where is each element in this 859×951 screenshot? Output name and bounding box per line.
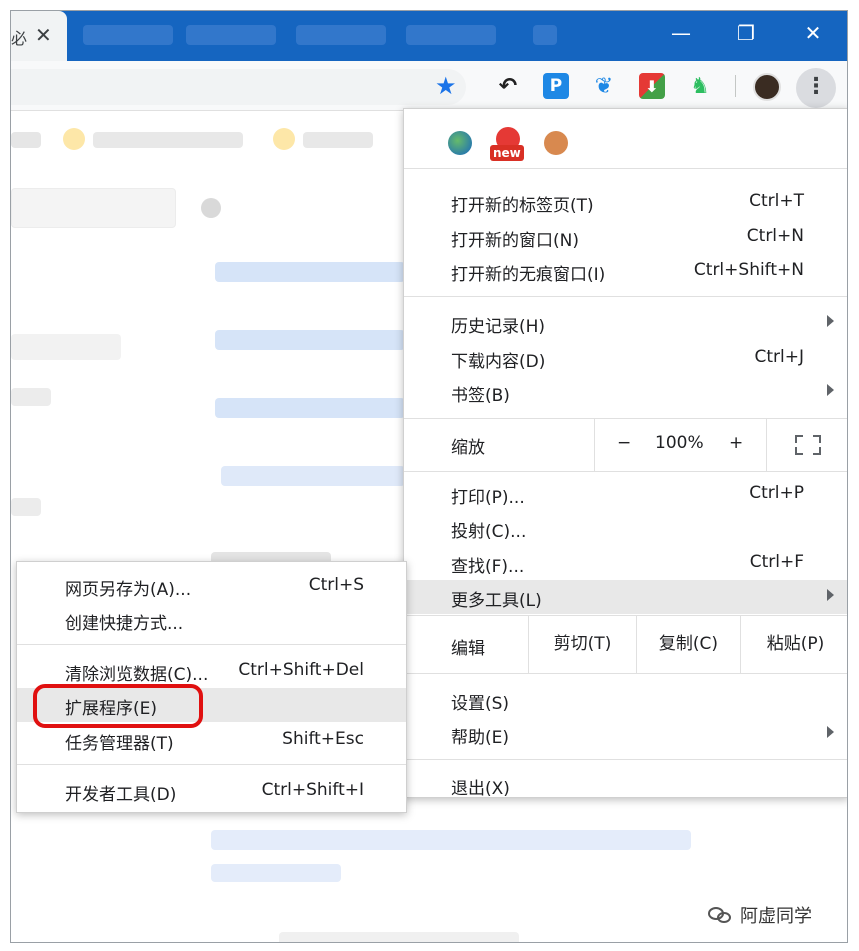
paste-button[interactable]: 粘贴(P)	[740, 615, 847, 673]
zoom-row: 缩放 − 100% +	[404, 419, 847, 471]
menu-item-help[interactable]: 帮助(E)	[404, 717, 847, 751]
menu-item-history[interactable]: 历史记录(H)	[404, 306, 847, 340]
new-badge: new	[490, 145, 524, 161]
blurred-link	[215, 262, 405, 282]
edit-row: 编辑 剪切(T) 复制(C) 粘贴(P)	[404, 615, 847, 673]
menu-item-more-tools[interactable]: 更多工具(L)	[404, 580, 847, 614]
toolbar: ★ ↶ P ❦ ⬇ ♞ ⋮	[11, 61, 847, 111]
leaf-extension-icon[interactable]: ❦	[591, 73, 617, 99]
zoom-level: 100%	[655, 433, 704, 453]
new-tab-button[interactable]	[533, 25, 557, 45]
close-window-icon[interactable]: ✕	[793, 19, 833, 47]
edit-label: 编辑	[451, 639, 485, 659]
blurred-link	[211, 830, 691, 850]
blurred-tab[interactable]	[406, 25, 496, 45]
blurred-link	[215, 398, 405, 418]
blurred-link	[211, 864, 341, 882]
copy-button[interactable]: 复制(C)	[636, 615, 740, 673]
blurred-bookmark	[93, 132, 243, 148]
menu-item-bookmarks[interactable]: 书签(B)	[404, 375, 847, 409]
blurred-bookmark	[303, 132, 373, 148]
minimize-icon[interactable]: —	[661, 19, 701, 47]
menu-item-cast[interactable]: 投射(C)...	[404, 511, 847, 545]
menu-item-new-tab[interactable]: 打开新的标签页(T) Ctrl+T	[404, 185, 847, 219]
zoom-out-button[interactable]: −	[617, 433, 631, 453]
cut-button[interactable]: 剪切(T)	[528, 615, 636, 673]
tab-title: 必	[11, 29, 28, 48]
extension-icons-row: new	[404, 109, 847, 169]
more-tools-submenu: 网页另存为(A)... Ctrl+S 创建快捷方式... 清除浏览数据(C)..…	[16, 561, 407, 813]
p-extension-icon[interactable]: P	[543, 73, 569, 99]
blurred-side-item	[11, 334, 121, 360]
blurred-tab[interactable]	[83, 25, 173, 45]
submenu-arrow-icon	[827, 589, 834, 601]
blurred-side-item	[11, 388, 51, 406]
red-highlight-ring	[33, 684, 203, 728]
fullscreen-button[interactable]	[766, 419, 847, 471]
blurred-bookmark	[11, 132, 41, 148]
submenu-item-clear-data[interactable]: 清除浏览数据(C)... Ctrl+Shift+Del	[17, 654, 406, 688]
chrome-main-menu: new 打开新的标签页(T) Ctrl+T 打开新的窗口(N) Ctrl+N 打…	[403, 108, 847, 799]
blurred-tab[interactable]	[296, 25, 386, 45]
toolbar-divider	[735, 75, 736, 97]
blurred-side-item	[11, 498, 41, 516]
more-menu-icon[interactable]: ⋮	[796, 68, 836, 108]
menu-divider	[404, 759, 847, 760]
bookmark-star-icon[interactable]: ★	[435, 72, 457, 100]
watermark: 阿虚同学	[708, 902, 812, 928]
monkey-extension-icon[interactable]	[544, 131, 568, 155]
submenu-divider	[17, 644, 406, 645]
submenu-arrow-icon	[827, 315, 834, 327]
menu-item-exit[interactable]: 退出(X)	[404, 768, 847, 802]
menu-item-downloads[interactable]: 下载内容(D) Ctrl+J	[404, 341, 847, 375]
avatar[interactable]	[753, 73, 781, 101]
submenu-item-create-shortcut[interactable]: 创建快捷方式...	[17, 603, 406, 637]
submenu-arrow-icon	[827, 726, 834, 738]
submenu-divider	[17, 764, 406, 765]
title-bar: 必 ✕ — ❐ ✕	[11, 11, 847, 61]
blurred-bookmark	[273, 128, 295, 150]
blurred-search-icon	[201, 198, 221, 218]
watermark-text: 阿虚同学	[740, 906, 812, 927]
blurred-text	[279, 932, 519, 942]
blurred-link	[215, 330, 405, 350]
menu-item-find[interactable]: 查找(F)... Ctrl+F	[404, 546, 847, 580]
wechat-icon	[708, 905, 734, 925]
menu-item-new-window[interactable]: 打开新的窗口(N) Ctrl+N	[404, 220, 847, 254]
undo-arrow-extension-icon[interactable]: ↶	[495, 73, 521, 99]
browser-window: 必 ✕ — ❐ ✕ ★ ↶ P ❦ ⬇ ♞ ⋮ new 打开新的标签页(T) C…	[10, 10, 848, 943]
restore-icon[interactable]: ❐	[726, 19, 766, 47]
zoom-in-button[interactable]: +	[729, 433, 743, 453]
blurred-bookmark	[63, 128, 85, 150]
menu-divider	[404, 673, 847, 674]
menu-item-incognito-window[interactable]: 打开新的无痕窗口(I) Ctrl+Shift+N	[404, 254, 847, 288]
submenu-item-save-page[interactable]: 网页另存为(A)... Ctrl+S	[17, 569, 406, 603]
menu-divider	[404, 296, 847, 297]
blurred-search-box	[11, 188, 176, 228]
blurred-tab[interactable]	[186, 25, 276, 45]
menu-divider	[404, 471, 847, 472]
evernote-icon[interactable]: ♞	[687, 73, 713, 99]
submenu-item-developer-tools[interactable]: 开发者工具(D) Ctrl+Shift+I	[17, 774, 406, 808]
address-bar[interactable]	[11, 69, 466, 105]
close-tab-icon[interactable]: ✕	[35, 23, 52, 47]
blurred-link	[221, 466, 405, 486]
zoom-controls: − 100% +	[594, 419, 766, 471]
globe-extension-icon[interactable]	[448, 131, 472, 155]
zoom-label: 缩放	[451, 438, 485, 458]
menu-item-settings[interactable]: 设置(S)	[404, 683, 847, 717]
menu-item-print[interactable]: 打印(P)... Ctrl+P	[404, 477, 847, 511]
active-tab[interactable]: 必 ✕	[11, 11, 67, 61]
submenu-item-task-manager[interactable]: 任务管理器(T) Shift+Esc	[17, 723, 406, 757]
download-extension-icon[interactable]: ⬇	[639, 73, 665, 99]
fullscreen-icon	[795, 435, 821, 455]
submenu-arrow-icon	[827, 384, 834, 396]
